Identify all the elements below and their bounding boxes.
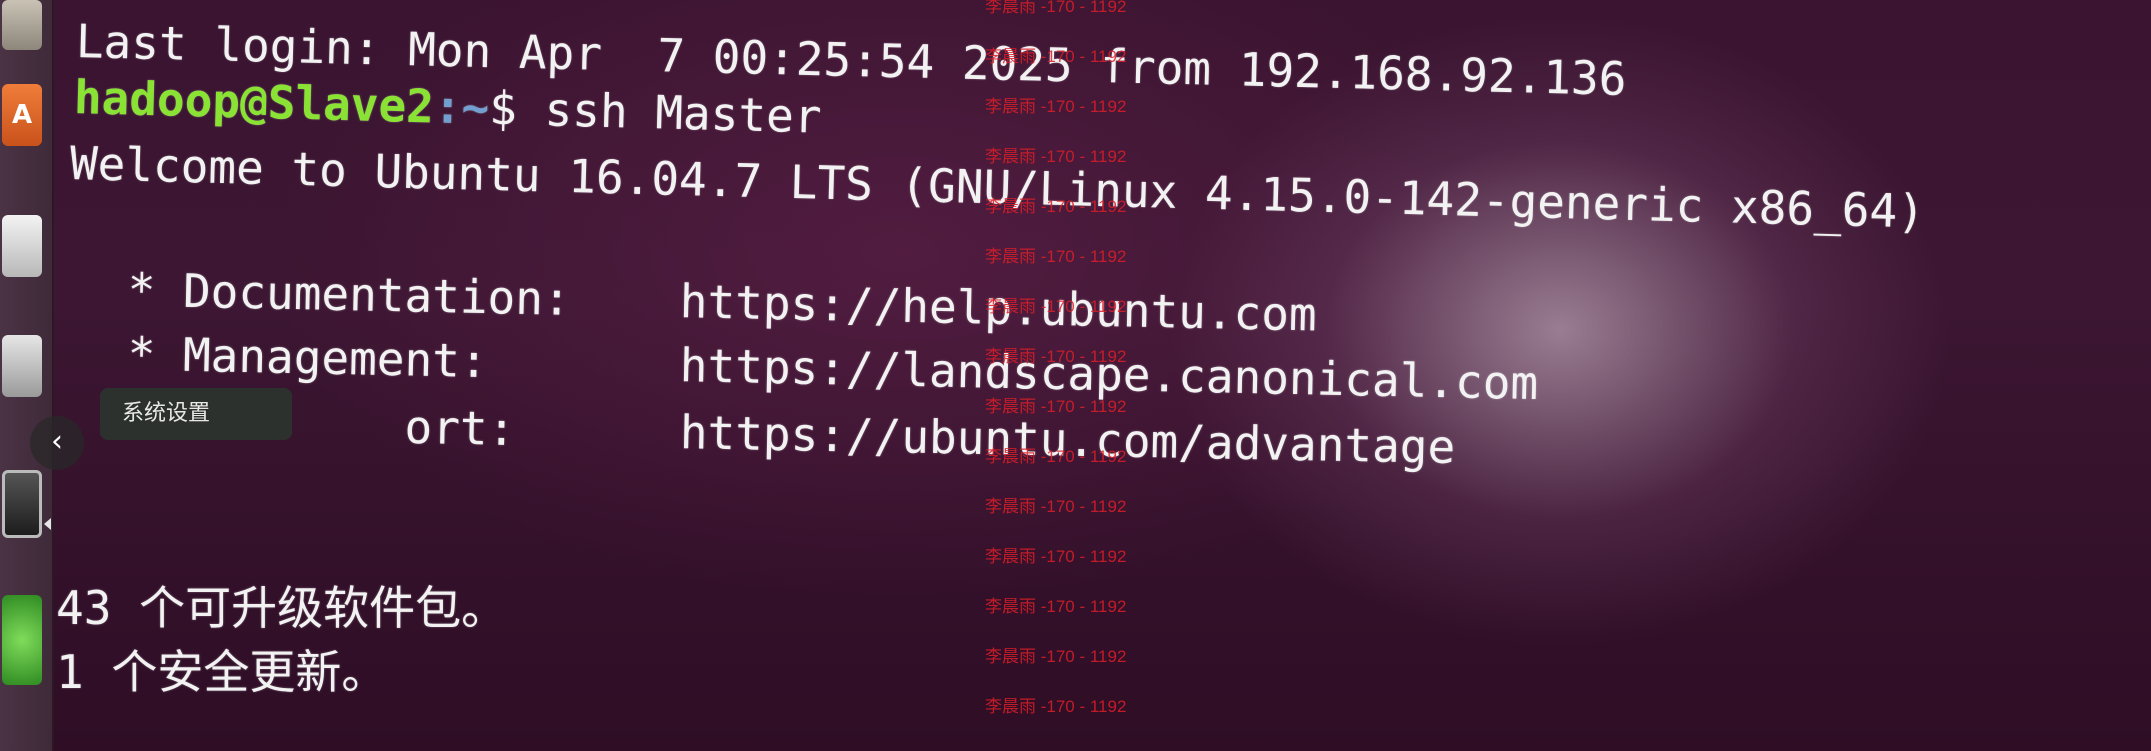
prompt-path: :~ (433, 79, 490, 135)
prompt-symbol: $ (488, 80, 518, 136)
watermark-text: 李晨雨 -170 - 1192 (985, 347, 1127, 366)
system-settings-tooltip: 系统设置 (100, 388, 292, 440)
management-line: * Management: https://landscape.canonical… (99, 326, 1539, 411)
security-updates-line: 1 个安全更新。 (56, 645, 388, 699)
watermark-text: 李晨雨 -170 - 1192 (985, 647, 1127, 666)
management-label: * Management: (99, 326, 489, 389)
watermark-text: 李晨雨 -170 - 1192 (985, 397, 1127, 416)
watermark-text: 李晨雨 -170 - 1192 (985, 197, 1127, 216)
watermark-text: 李晨雨 -170 - 1192 (985, 697, 1127, 716)
prompt-user-host: hadoop@Slave2 (73, 70, 435, 134)
watermark-text: 李晨雨 -170 - 1192 (985, 247, 1127, 266)
documentation-line: * Documentation: https://help.ubuntu.com (99, 262, 1317, 342)
watermark-text: 李晨雨 -170 - 1192 (985, 597, 1127, 616)
watermark-column: 李晨雨 -170 - 1192 李晨雨 -170 - 1192 李晨雨 -170… (985, 0, 1185, 742)
watermark-text: 李晨雨 -170 - 1192 (985, 147, 1127, 166)
watermark-text: 李晨雨 -170 - 1192 (985, 47, 1127, 66)
watermark-text: 李晨雨 -170 - 1192 (985, 297, 1127, 316)
upgrades-line: 43 个可升级软件包。 (56, 581, 508, 635)
previous-image-button[interactable]: ‹ (30, 416, 84, 470)
photo-screen: Last login: Mon Apr 7 00:25:54 2025 from… (0, 0, 2151, 751)
watermark-text: 李晨雨 -170 - 1192 (985, 0, 1127, 16)
documentation-label: * Documentation: (99, 262, 572, 326)
prompt-command: ssh Master (543, 82, 823, 144)
watermark-text: 李晨雨 -170 - 1192 (985, 497, 1127, 516)
watermark-text: 李晨雨 -170 - 1192 (985, 97, 1127, 116)
watermark-text: 李晨雨 -170 - 1192 (985, 447, 1127, 466)
watermark-text: 李晨雨 -170 - 1192 (985, 547, 1127, 566)
